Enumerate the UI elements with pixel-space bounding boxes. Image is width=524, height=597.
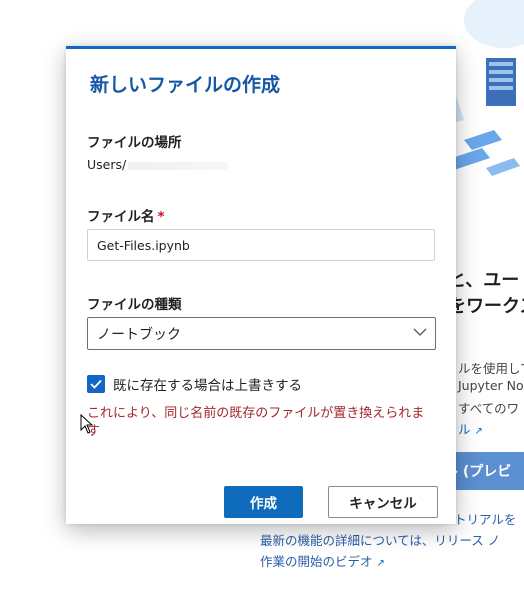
mouse-cursor-icon xyxy=(80,414,94,434)
bg-text-line2: Jupyter No xyxy=(458,378,524,393)
bg-video-link[interactable]: 作業の開始のビデオ ↗ xyxy=(260,551,385,570)
file-name-input[interactable] xyxy=(87,229,435,261)
create-file-dialog: 新しいファイルの作成 ファイルの場所 Users/ ファイル名* ファイルの種類… xyxy=(66,46,456,524)
bg-heading-line1: と、ユー xyxy=(448,270,520,291)
file-type-dropdown[interactable]: ノートブック xyxy=(87,317,436,350)
file-location-label: ファイルの場所 xyxy=(87,135,182,151)
checkmark-icon xyxy=(90,379,102,389)
bg-bottom-line1[interactable]: トリアルを xyxy=(454,509,516,528)
bg-text-line1: ルを使用して xyxy=(458,361,524,376)
redacted-path xyxy=(128,161,229,170)
bg-link-text: ル xyxy=(458,422,471,437)
chevron-down-icon xyxy=(413,328,427,336)
bg-heading-line2: をワークス xyxy=(448,296,524,317)
required-mark: * xyxy=(157,209,165,225)
external-link-icon: ↗ xyxy=(474,426,483,437)
bg-link[interactable]: ル ↗ xyxy=(458,419,483,438)
file-type-label: ファイルの種類 xyxy=(87,297,182,313)
bg-bottom-line2[interactable]: 最新の機能の詳細については、リリース ノ xyxy=(260,530,500,549)
cancel-button[interactable]: キャンセル xyxy=(328,486,438,518)
overwrite-warning: これにより、同じ名前の既存のファイルが置き換えられます xyxy=(87,406,425,439)
create-button[interactable]: 作成 xyxy=(224,486,303,518)
file-type-selected: ノートブック xyxy=(97,326,181,343)
overwrite-label: 既に存在する場合は上書きする xyxy=(113,378,302,394)
dialog-title: 新しいファイルの作成 xyxy=(90,74,281,96)
overwrite-option[interactable]: 既に存在する場合は上書きする xyxy=(87,374,302,394)
bg-text-line3: すべてのワ xyxy=(458,401,520,416)
file-name-label-text: ファイル名 xyxy=(87,209,155,225)
overwrite-checkbox[interactable] xyxy=(87,375,105,393)
file-name-label: ファイル名 * xyxy=(87,205,165,225)
bg-bottom-line3: 作業の開始のビデオ xyxy=(260,554,373,569)
file-location-value: Users/ xyxy=(87,157,229,172)
external-link-icon: ↗ xyxy=(376,558,385,569)
file-location-path: Users/ xyxy=(87,157,127,172)
